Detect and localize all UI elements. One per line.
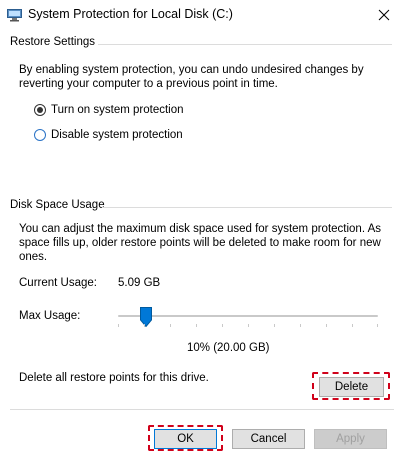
footer-divider — [10, 409, 394, 410]
disk-space-description: You can adjust the maximum disk space us… — [19, 223, 382, 263]
disable-protection-label: Disable system protection — [51, 129, 183, 141]
max-usage-slider-ticks — [118, 324, 378, 328]
slider-tick — [300, 324, 301, 327]
delete-highlight-box — [312, 372, 390, 400]
slider-tick — [170, 324, 171, 327]
slider-tick — [196, 324, 197, 327]
close-icon — [378, 9, 390, 21]
slider-tick — [144, 324, 145, 327]
current-usage-value: 5.09 GB — [118, 277, 161, 289]
slider-tick — [274, 324, 275, 327]
delete-description: Delete all restore points for this drive… — [19, 372, 209, 384]
disable-protection-option[interactable]: Disable system protection — [34, 127, 183, 143]
max-usage-label: Max Usage: — [19, 310, 81, 322]
title-bar: System Protection for Local Disk (C:) — [0, 0, 404, 31]
apply-button[interactable]: Apply — [314, 429, 387, 449]
disk-space-divider — [102, 207, 392, 208]
max-usage-readout: 10% (20.00 GB) — [187, 342, 270, 354]
max-usage-slider-track[interactable] — [118, 315, 378, 317]
slider-tick — [377, 324, 378, 327]
close-button[interactable] — [364, 0, 404, 31]
restore-settings-description: By enabling system protection, you can u… — [19, 64, 364, 90]
turn-on-protection-option[interactable]: Turn on system protection — [34, 102, 184, 118]
cancel-button[interactable]: Cancel — [232, 429, 305, 449]
slider-tick — [118, 324, 119, 327]
system-properties-icon — [7, 8, 22, 22]
slider-tick — [248, 324, 249, 327]
slider-tick — [352, 324, 353, 327]
turn-on-protection-radio[interactable] — [34, 104, 46, 116]
slider-tick — [222, 324, 223, 327]
disk-space-heading: Disk Space Usage — [10, 199, 105, 211]
restore-settings-divider — [98, 44, 392, 45]
turn-on-protection-label: Turn on system protection — [51, 104, 184, 116]
window-title: System Protection for Local Disk (C:) — [28, 7, 233, 21]
current-usage-label: Current Usage: — [19, 277, 97, 289]
slider-tick — [326, 324, 327, 327]
restore-settings-heading: Restore Settings — [10, 36, 96, 48]
ok-highlight-box — [148, 425, 223, 451]
disable-protection-radio[interactable] — [34, 129, 46, 141]
